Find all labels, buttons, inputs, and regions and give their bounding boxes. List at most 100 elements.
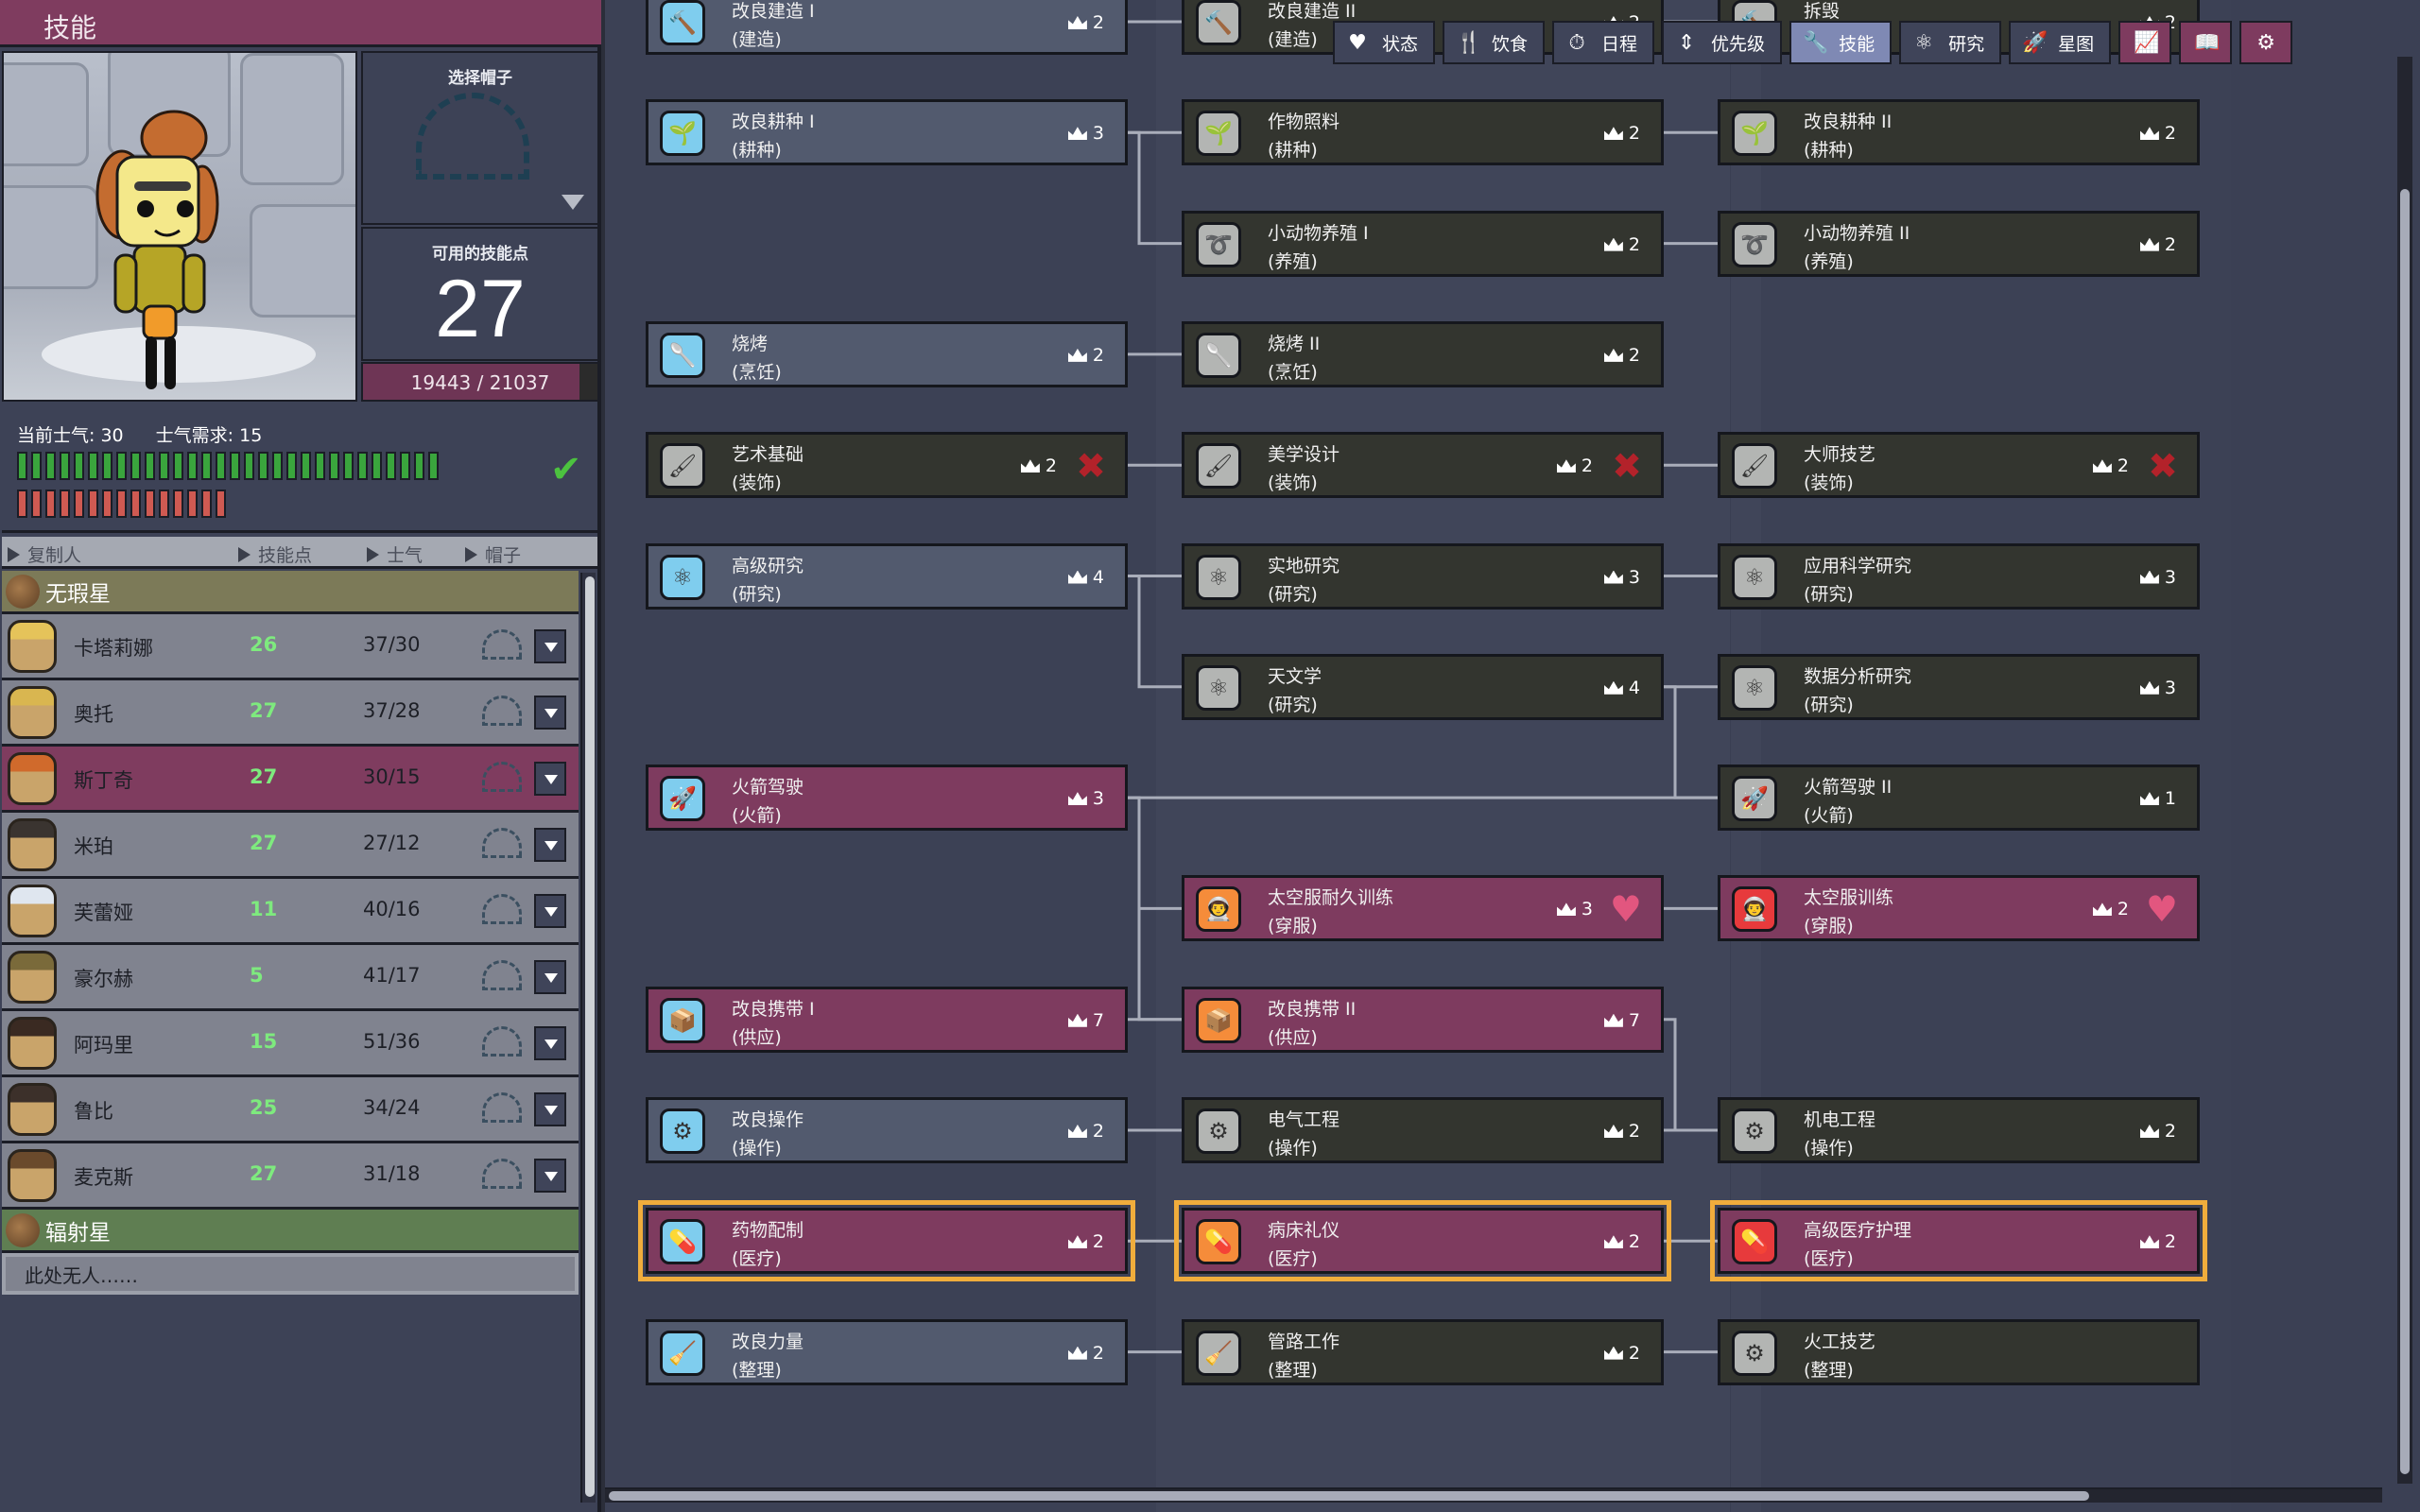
skill-mastery-count: 2 (2139, 234, 2176, 255)
stats-chart-button[interactable]: 📈 (2118, 21, 2172, 64)
duplicant-name: 卡塔莉娜 (74, 637, 153, 660)
skill-card-tidy2[interactable]: 🧹 管路工作 (整理) 2 (1182, 1318, 1664, 1385)
nav-tab-stopwatch[interactable]: ⏱ 日程 (1552, 21, 1655, 64)
nav-tab-rocket[interactable]: 🚀 星图 (2009, 21, 2112, 64)
nav-tab-label: 技能 (1839, 33, 1876, 55)
sort-by-hat[interactable]: 帽子 (465, 541, 521, 567)
duplicant-row[interactable]: 麦克斯 27 31/18 (2, 1143, 579, 1210)
morale-pip (116, 452, 127, 480)
skill-points-value: 27 (435, 264, 526, 354)
morale-pip (173, 490, 183, 518)
duplicant-list-scrollbar[interactable] (580, 573, 596, 1503)
hat-dropdown-button[interactable] (534, 762, 566, 796)
skill-card-med3[interactable]: 💊 高级医疗护理 (医疗) 2 (1710, 1200, 2207, 1282)
skill-card-haul1[interactable]: 📦 改良携带 I (供应) 7 (646, 986, 1128, 1053)
duplicant-skill-points: 27 (250, 832, 278, 854)
skill-card-rocket2[interactable]: 🚀 火箭驾驶 II (火箭) 1 (1718, 765, 2200, 832)
nav-tab-fork-knife[interactable]: 🍴 饮食 (1443, 21, 1546, 64)
skill-card-rocket1[interactable]: 🚀 火箭驾驶 (火箭) 3 (646, 765, 1128, 832)
skill-card-tidy1[interactable]: 🧹 改良力量 (整理) 2 (646, 1318, 1128, 1385)
skill-card-farm2[interactable]: 🌱 改良耕种 II (耕种) 2 (1718, 99, 2200, 166)
morale-pip (258, 452, 268, 480)
skill-icon: 💊 (1196, 1219, 1241, 1265)
skill-card-art1[interactable]: 🖌 艺术基础 (装饰) 2 ✖ (646, 432, 1128, 499)
skill-card-oper1[interactable]: ⚙ 改良操作 (操作) 2 (646, 1097, 1128, 1163)
skill-card-haul2[interactable]: 📦 改良携带 II (供应) 7 (1182, 986, 1664, 1053)
skill-tree-horizontal-scrollbar[interactable] (605, 1487, 2382, 1503)
skill-card-cook1[interactable]: 🥄 烧烤 (烹饪) 2 (646, 320, 1128, 387)
skill-icon: 📦 (1196, 997, 1241, 1043)
skill-card-tidy3[interactable]: ⚙ 火工技艺 (整理) (1718, 1318, 2200, 1385)
duplicant-row[interactable]: 奥托 27 37/28 (2, 680, 579, 747)
codex-book-button[interactable]: 📖 (2179, 21, 2233, 64)
skill-name: 小动物养殖 II (1804, 222, 1910, 244)
nav-tab-atom[interactable]: ⚛ 研究 (1899, 21, 2002, 64)
hat-dropdown-button[interactable] (534, 1159, 566, 1193)
skill-card-cook2[interactable]: 🥄 烧烤 II (烹饪) 2 (1182, 320, 1664, 387)
nav-tab-label: 研究 (1948, 33, 1985, 55)
sort-by-skill-points[interactable]: 技能点 (238, 541, 312, 567)
hat-dropdown-arrow[interactable] (562, 195, 584, 210)
empty-hat-icon (482, 629, 522, 660)
morale-pip (145, 490, 155, 518)
morale-pip (60, 490, 70, 518)
hat-dropdown-button[interactable] (534, 960, 566, 994)
hat-dropdown-button[interactable] (534, 1026, 566, 1060)
skill-card-build1[interactable]: 🔨 改良建造 I (建造) 2 (646, 0, 1128, 55)
skill-card-med2[interactable]: 💊 病床礼仪 (医疗) 2 (1174, 1200, 1671, 1282)
skill-card-research2[interactable]: ⚛ 实地研究 (研究) 3 (1182, 542, 1664, 610)
hat-dropdown-button[interactable] (534, 696, 566, 730)
skill-card-astronomy[interactable]: ⚛ 天文学 (研究) 4 (1182, 653, 1664, 720)
skill-card-suit1[interactable]: 👨‍🚀 太空服耐久训练 (穿服) 3 ♥ (1182, 875, 1664, 942)
skill-tree-vertical-scrollbar[interactable] (2397, 57, 2412, 1484)
skill-icon: 🖌 (1732, 443, 1777, 490)
skill-group: (装饰) (732, 472, 782, 494)
skill-card-oper2[interactable]: ⚙ 电气工程 (操作) 2 (1182, 1097, 1664, 1163)
skill-card-art2[interactable]: 🖌 美学设计 (装饰) 2 ✖ (1182, 432, 1664, 499)
skill-icon: ⚙ (1732, 1330, 1777, 1376)
morale-pip (187, 490, 198, 518)
duplicant-row[interactable]: 米珀 27 27/12 (2, 813, 579, 879)
duplicant-row[interactable]: 芙蕾娅 11 40/16 (2, 879, 579, 945)
duplicant-row[interactable]: 卡塔莉娜 26 37/30 (2, 614, 579, 680)
hat-dropdown-button[interactable] (534, 1092, 566, 1126)
skill-group: (研究) (1268, 583, 1318, 605)
morale-pip (88, 452, 98, 480)
nav-tab-priority-arrows[interactable]: ⇕ 优先级 (1662, 21, 1783, 64)
morale-pip (159, 490, 169, 518)
sort-by-duplicant[interactable]: 复制人 (8, 541, 81, 567)
duplicant-row[interactable]: 斯丁奇 27 30/15 (2, 747, 579, 813)
skill-card-cropcare[interactable]: 🌱 作物照料 (耕种) 2 (1182, 99, 1664, 166)
skill-card-art3[interactable]: 🖌 大师技艺 (装饰) 2 ✖ (1718, 432, 2200, 499)
skill-card-farm1[interactable]: 🌱 改良耕种 I (耕种) 3 (646, 99, 1128, 166)
skill-card-ranch1[interactable]: ➰ 小动物养殖 I (养殖) 2 (1182, 210, 1664, 277)
codex-book-icon: 📖 (2194, 30, 2221, 55)
scrollbar-thumb[interactable] (585, 576, 595, 1497)
settings-gear-button[interactable]: ⚙ (2239, 21, 2293, 64)
skill-card-med1[interactable]: 💊 药物配制 (医疗) 2 (638, 1200, 1135, 1282)
sort-by-morale[interactable]: 士气 (367, 541, 423, 567)
skill-group: (养殖) (1268, 250, 1318, 272)
nav-tab-heart[interactable]: ♥ 状态 (1333, 21, 1436, 64)
duplicant-morale: 37/28 (363, 699, 421, 722)
duplicant-row[interactable]: 鲁比 25 34/24 (2, 1077, 579, 1143)
skill-card-dataanalysis[interactable]: ⚛ 数据分析研究 (研究) 3 (1718, 653, 2200, 720)
morale-pip (145, 452, 155, 480)
scrollbar-thumb[interactable] (2400, 189, 2410, 1474)
skill-card-research3[interactable]: ⚛ 应用科学研究 (研究) 3 (1718, 542, 2200, 610)
hat-dropdown-button[interactable] (534, 828, 566, 862)
skill-icon: 🌱 (660, 111, 705, 157)
skill-card-ranch2[interactable]: ➰ 小动物养殖 II (养殖) 2 (1718, 210, 2200, 277)
skill-card-oper3[interactable]: ⚙ 机电工程 (操作) 2 (1718, 1097, 2200, 1163)
duplicant-row[interactable]: 豪尔赫 5 41/17 (2, 945, 579, 1011)
morale-pip (286, 452, 297, 480)
hat-selector[interactable]: 选择帽子 (361, 51, 599, 225)
scrollbar-thumb[interactable] (609, 1491, 2089, 1501)
hat-dropdown-button[interactable] (534, 629, 566, 663)
duplicant-row[interactable]: 阿玛里 15 51/36 (2, 1011, 579, 1077)
nav-tab-wrench[interactable]: 🔧 技能 (1789, 21, 1893, 64)
morale-pip (216, 490, 226, 518)
skill-card-research1[interactable]: ⚛ 高级研究 (研究) 4 (646, 542, 1128, 610)
hat-dropdown-button[interactable] (534, 894, 566, 928)
skill-card-suit2[interactable]: 👨‍🚀 太空服训练 (穿服) 2 ♥ (1718, 875, 2200, 942)
